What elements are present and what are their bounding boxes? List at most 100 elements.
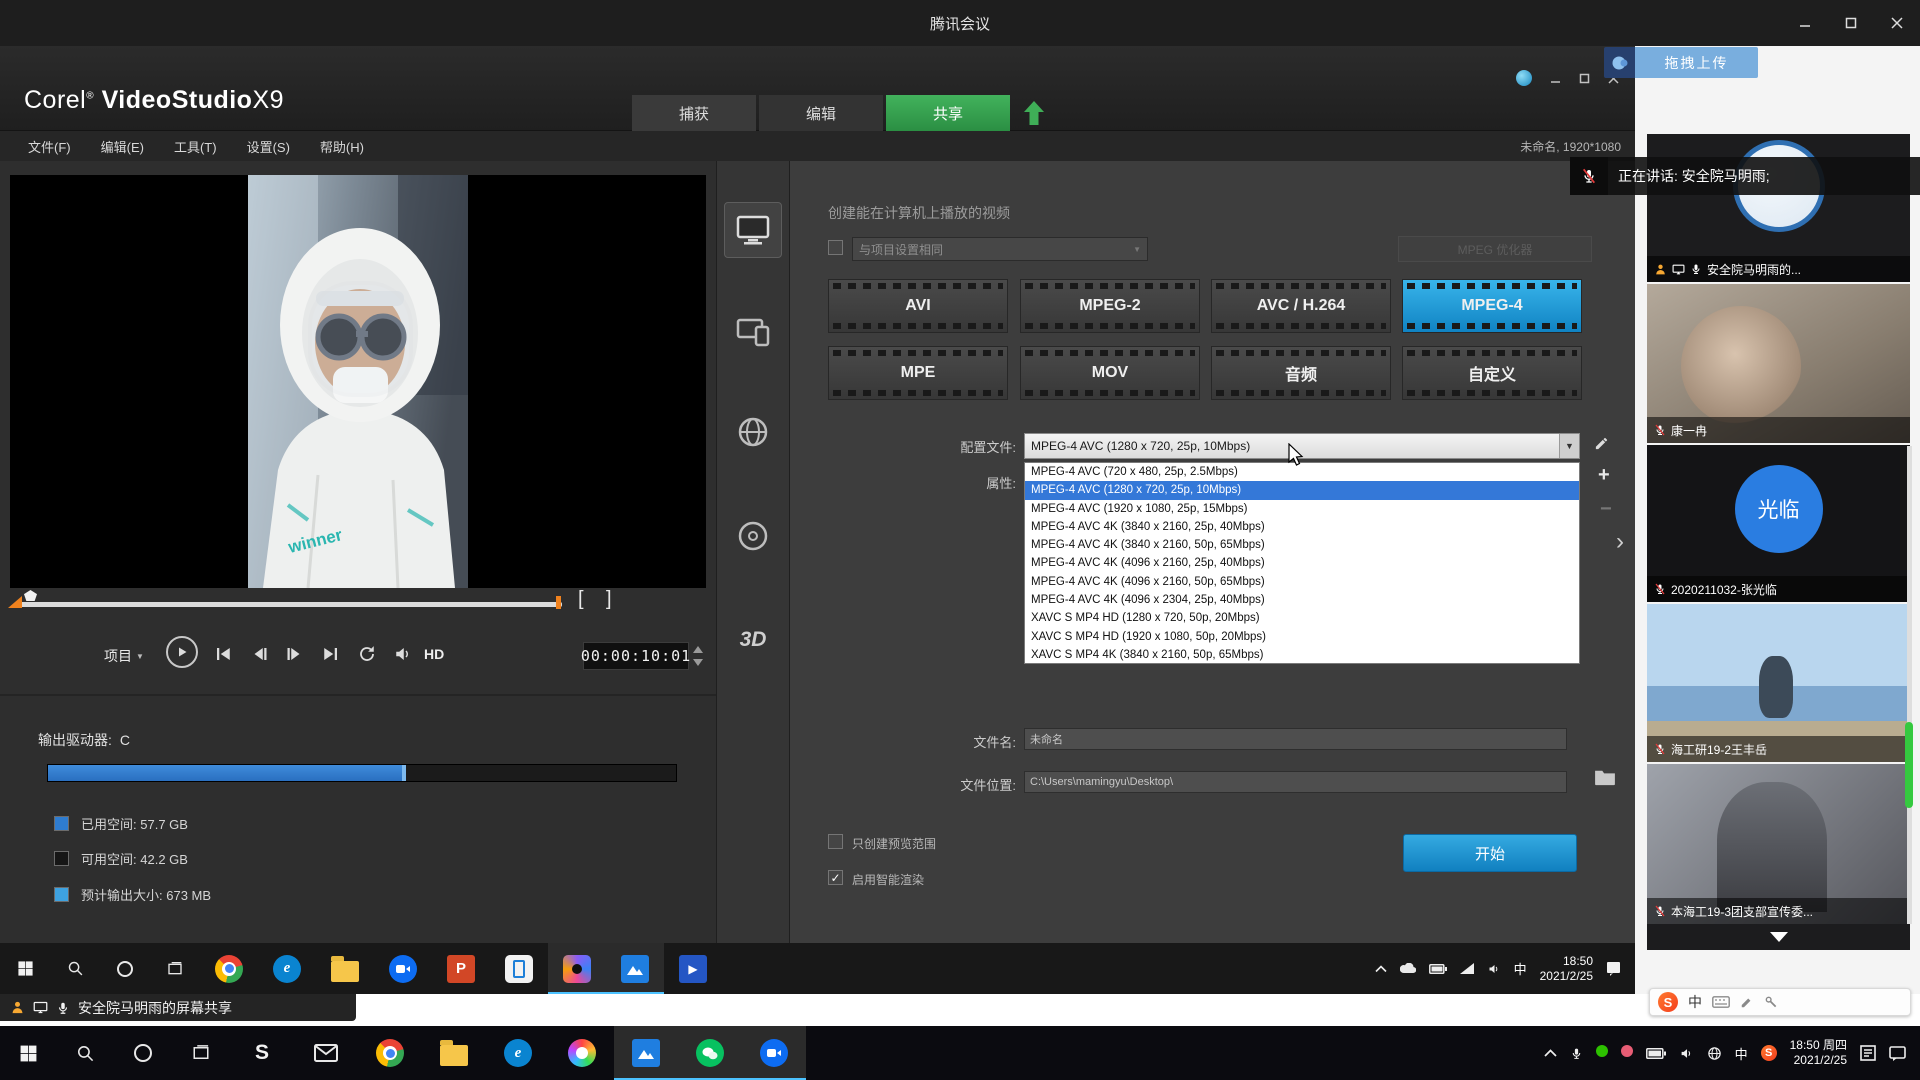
action-center-icon[interactable] — [1889, 1046, 1906, 1061]
profile-option[interactable]: XAVC S MP4 HD (1920 x 1080, 50p, 20Mbps) — [1025, 628, 1579, 646]
menu-tools[interactable]: 工具(T) — [174, 137, 217, 156]
cortana-icon[interactable] — [114, 1026, 172, 1080]
start-icon[interactable] — [0, 943, 50, 994]
profile-option[interactable]: XAVC S MP4 4K (3840 x 2160, 50p, 65Mbps) — [1025, 646, 1579, 664]
menu-help[interactable]: 帮助(H) — [320, 137, 364, 156]
tab-capture[interactable]: 捕获 — [632, 95, 756, 131]
format-avc-h264[interactable]: AVC / H.264 — [1211, 279, 1391, 333]
task-view-icon[interactable] — [150, 943, 200, 994]
seek-track[interactable] — [16, 602, 562, 607]
drag-upload-button[interactable]: 拖拽上传 — [1604, 47, 1758, 78]
filepath-input[interactable]: C:\Users\mamingyu\Desktop\ — [1024, 771, 1567, 793]
file-explorer-icon[interactable] — [422, 1026, 486, 1080]
edge-icon[interactable]: e — [486, 1026, 550, 1080]
same-as-project-dropdown[interactable]: 与项目设置相同 ▼ — [852, 237, 1148, 261]
collapse-panel-button[interactable] — [1647, 924, 1910, 950]
format-mov[interactable]: MOV — [1020, 346, 1200, 400]
search-icon[interactable] — [56, 1026, 114, 1080]
ime-indicator[interactable]: 中 — [1735, 1044, 1748, 1063]
profile-option[interactable]: MPEG-4 AVC 4K (4096 x 2160, 25p, 40Mbps) — [1025, 554, 1579, 572]
profile-option-selected[interactable]: MPEG-4 AVC (1280 x 720, 25p, 10Mbps) — [1025, 481, 1579, 499]
tray-expand-icon[interactable] — [1375, 965, 1387, 973]
profile-option[interactable]: MPEG-4 AVC 4K (4096 x 2160, 50p, 65Mbps) — [1025, 573, 1579, 591]
disc-output-icon[interactable] — [724, 508, 782, 564]
minimize-icon[interactable] — [1782, 0, 1828, 46]
meeting-app-icon[interactable] — [742, 1026, 806, 1080]
preview-range-checkbox[interactable] — [828, 834, 843, 849]
profile-option[interactable]: MPEG-4 AVC 4K (4096 x 2304, 25p, 40Mbps) — [1025, 591, 1579, 609]
chrome-icon[interactable] — [358, 1026, 422, 1080]
battery-icon[interactable] — [1646, 1048, 1666, 1059]
photos-icon[interactable] — [614, 1026, 678, 1080]
battery-icon[interactable] — [1429, 964, 1447, 974]
tab-share[interactable]: 共享 — [886, 95, 1010, 131]
volume-icon[interactable] — [1679, 1047, 1694, 1060]
app-tray-icon[interactable] — [1621, 1044, 1633, 1062]
tab-edit[interactable]: 编辑 — [759, 95, 883, 131]
format-mpeg2[interactable]: MPEG-2 — [1020, 279, 1200, 333]
skip-end-icon[interactable] — [322, 646, 340, 662]
maximize-icon[interactable] — [1828, 0, 1874, 46]
network-icon[interactable] — [1707, 1046, 1722, 1061]
repeat-icon[interactable] — [358, 645, 376, 663]
notes-icon[interactable] — [1860, 1045, 1876, 1061]
clock[interactable]: 18:50 2021/2/25 — [1540, 954, 1593, 984]
step-forward-icon[interactable] — [286, 646, 304, 662]
profile-option[interactable]: MPEG-4 AVC 4K (3840 x 2160, 50p, 65Mbps) — [1025, 536, 1579, 554]
hd-badge[interactable]: HD — [424, 646, 444, 662]
mark-out-icon[interactable]: ] — [606, 588, 612, 611]
format-mpeg4[interactable]: MPEG-4 — [1402, 279, 1582, 333]
3d-output-icon[interactable]: 3D — [724, 612, 782, 668]
volume-icon[interactable] — [1487, 963, 1501, 975]
start-icon[interactable] — [0, 1026, 56, 1080]
web-output-icon[interactable] — [724, 404, 782, 460]
participant-tile[interactable]: 光临 2020211032-张光临 — [1647, 445, 1910, 602]
meeting-app-icon[interactable] — [374, 943, 432, 994]
profile-option[interactable]: MPEG-4 AVC 4K (3840 x 2160, 25p, 40Mbps) — [1025, 518, 1579, 536]
remove-profile-icon[interactable]: − — [1600, 498, 1612, 521]
chrome-icon[interactable] — [200, 943, 258, 994]
profile-option[interactable]: XAVC S MP4 HD (1280 x 720, 50p, 20Mbps) — [1025, 609, 1579, 627]
mark-in-icon[interactable]: [ — [578, 588, 584, 611]
videostudio-taskbar-icon[interactable] — [548, 943, 606, 994]
menu-settings[interactable]: 设置(S) — [247, 137, 290, 156]
chevron-down-icon[interactable]: ▼ — [1559, 434, 1579, 458]
ime-lang-indicator[interactable]: 中 — [1688, 992, 1702, 1012]
tray-expand-icon[interactable] — [1544, 1049, 1557, 1058]
timecode-up-icon[interactable] — [693, 646, 703, 653]
wechat-icon[interactable] — [678, 1026, 742, 1080]
participant-tile[interactable]: 本海工19-3团支部宣传委... — [1647, 764, 1910, 924]
participant-tile[interactable]: 海工研19-2王丰岳 — [1647, 604, 1910, 762]
keyboard-icon[interactable] — [1712, 996, 1730, 1008]
clock[interactable]: 18:50 周四 2021/2/25 — [1790, 1038, 1847, 1068]
scrollbar-thumb[interactable] — [1905, 722, 1913, 808]
timecode-down-icon[interactable] — [693, 659, 703, 666]
powerpoint-icon[interactable]: P — [432, 943, 490, 994]
format-audio[interactable]: 音频 — [1211, 346, 1391, 400]
add-profile-icon[interactable]: + — [1598, 464, 1610, 487]
format-mpe[interactable]: MPE — [828, 346, 1008, 400]
smart-render-checkbox[interactable]: ✓ — [828, 870, 843, 885]
scrollbar-track[interactable] — [1907, 446, 1912, 924]
trim-end-handle[interactable] — [556, 596, 561, 609]
menu-file[interactable]: 文件(F) — [28, 137, 71, 156]
browse-folder-icon[interactable] — [1594, 768, 1616, 786]
edge-icon[interactable]: e — [258, 943, 316, 994]
action-center-icon[interactable] — [1606, 961, 1621, 976]
mic-icon[interactable] — [1570, 1047, 1583, 1060]
pen-icon[interactable] — [1740, 995, 1754, 1009]
sogou-icon[interactable]: S — [230, 1026, 294, 1080]
wrench-icon[interactable] — [1764, 995, 1778, 1009]
your-phone-icon[interactable] — [490, 943, 548, 994]
films-tv-icon[interactable]: ▶ — [664, 943, 722, 994]
cortana-icon[interactable] — [100, 943, 150, 994]
close-icon[interactable] — [1874, 0, 1920, 46]
ime-indicator[interactable]: 中 — [1514, 959, 1527, 978]
filename-input[interactable]: 未命名 — [1024, 728, 1567, 750]
app-minimize-icon[interactable] — [1550, 73, 1561, 84]
photos-icon[interactable] — [606, 943, 664, 994]
file-explorer-icon[interactable] — [316, 943, 374, 994]
device-output-icon[interactable] — [724, 304, 782, 360]
start-button[interactable]: 开始 — [1403, 834, 1577, 872]
profile-option[interactable]: MPEG-4 AVC (1920 x 1080, 25p, 15Mbps) — [1025, 500, 1579, 518]
